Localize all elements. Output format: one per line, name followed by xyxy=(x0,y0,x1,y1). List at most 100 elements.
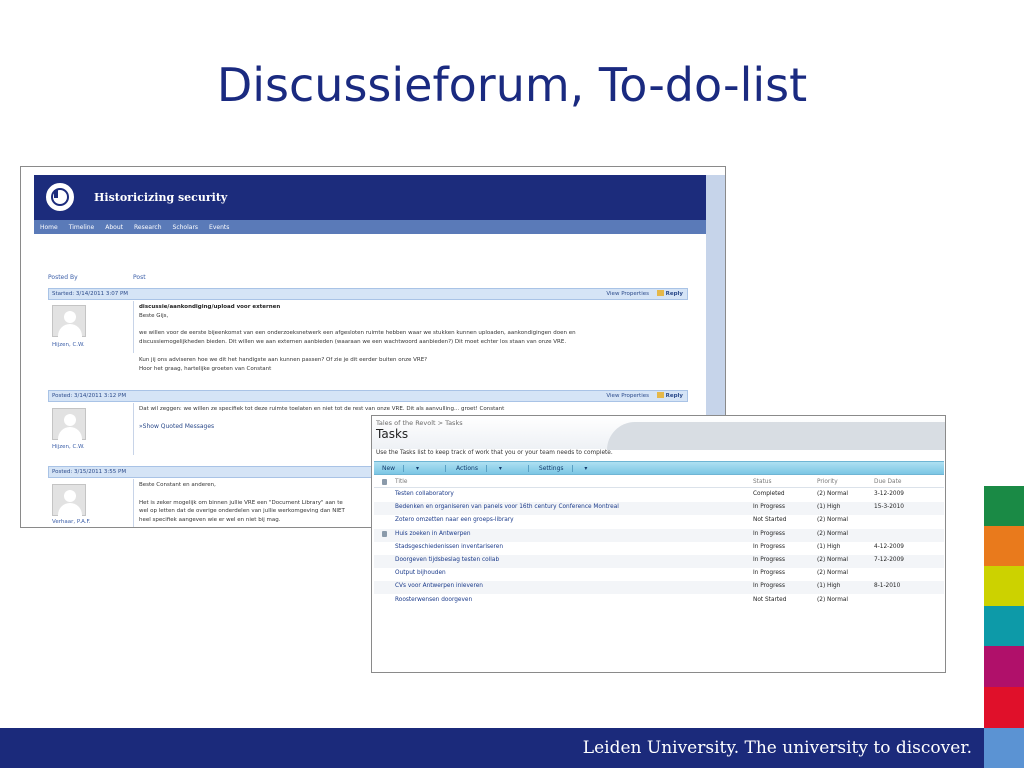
table-row[interactable]: Stadsgeschiedenissen inventariseren In Pr… xyxy=(374,542,944,555)
accent-color-block xyxy=(984,486,1024,526)
accent-color-block xyxy=(984,687,1024,728)
post-line: Dat wil zeggen: we willen ze specifiek t… xyxy=(139,406,505,412)
forum-header: Historicizing security xyxy=(34,175,706,220)
column-due-date[interactable]: Due Date xyxy=(874,479,901,485)
task-due-date: 8-1-2010 xyxy=(874,583,901,590)
divider xyxy=(133,479,134,527)
new-menu[interactable]: New ▾ xyxy=(382,464,447,472)
footer-bar: Leiden University. The university to dis… xyxy=(0,728,984,768)
task-priority: (2) Normal xyxy=(817,491,849,497)
university-seal-icon[interactable] xyxy=(46,183,74,211)
task-title[interactable]: Output bijhouden xyxy=(395,570,446,576)
caret-down-icon: ▾ xyxy=(416,464,420,472)
column-post: Post xyxy=(133,274,146,281)
task-title[interactable]: Zotero omzetten naar een groeps-library xyxy=(395,517,514,523)
tasks-title: Tasks xyxy=(376,427,409,441)
task-title[interactable]: Huis zoeken in Antwerpen xyxy=(395,531,471,537)
tasks-screenshot: Tales of the Revolt > Tasks Tasks Use th… xyxy=(371,415,946,673)
column-status[interactable]: Status xyxy=(753,479,771,485)
reply-label: Reply xyxy=(665,393,683,399)
task-title[interactable]: Stadsgeschiedenissen inventariseren xyxy=(395,544,503,550)
task-title[interactable]: Bedenken en organiseren van panels voor … xyxy=(395,504,619,510)
task-priority: (2) Normal xyxy=(817,557,849,563)
accent-color-block xyxy=(984,606,1024,646)
task-priority: (2) Normal xyxy=(817,570,849,577)
slide-title: Discussieforum, To-do-list xyxy=(216,58,808,112)
post-subject: discussie/aankondiging/upload voor exter… xyxy=(139,304,281,310)
task-status: In Progress xyxy=(753,557,785,563)
post-line: Kun jij ons adviseren hoe we dit het han… xyxy=(139,356,428,363)
attachment-column-icon[interactable] xyxy=(382,479,387,487)
nav-timeline[interactable]: Timeline xyxy=(69,224,95,231)
post-date: Posted: 3/15/2011 3:55 PM xyxy=(52,469,127,475)
post-author[interactable]: Hijzen, C.W. xyxy=(52,444,85,450)
task-priority: (2) Normal xyxy=(817,530,849,537)
nav-home[interactable]: Home xyxy=(40,224,58,231)
settings-label: Settings xyxy=(538,464,573,472)
reply-icon xyxy=(656,392,664,398)
tasks-header: Tales of the Revolt > Tasks Tasks xyxy=(372,416,945,450)
table-row[interactable]: Zotero omzetten naar een groeps-library N… xyxy=(374,515,944,528)
post-date: Started: 3/14/2011 3:07 PM xyxy=(52,291,129,297)
task-status: Completed xyxy=(753,491,785,497)
column-title[interactable]: Title xyxy=(395,479,407,485)
table-row[interactable]: Testen collaboratory Completed (2) Normal 3… xyxy=(374,489,944,502)
task-due-date: 4-12-2009 xyxy=(874,543,905,550)
post-line xyxy=(139,321,659,330)
show-quoted-messages-link[interactable]: »Show Quoted Messages xyxy=(139,423,214,430)
reply-icon xyxy=(656,290,664,296)
nav-events[interactable]: Events xyxy=(209,224,229,231)
reply-button[interactable]: Reply xyxy=(656,289,683,299)
post-header: Posted: 3/14/2011 3:12 PM View Propertie… xyxy=(48,390,688,402)
view-properties-link[interactable]: View Properties xyxy=(606,391,649,401)
view-properties-link[interactable]: View Properties xyxy=(606,289,649,299)
nav-scholars[interactable]: Scholars xyxy=(173,224,199,231)
task-status: In Progress xyxy=(753,504,785,511)
task-priority: (1) High xyxy=(817,543,841,550)
divider xyxy=(133,403,134,455)
forum-site-title[interactable]: Historicizing security xyxy=(94,191,227,204)
table-row[interactable]: Bedenken en organiseren van panels voor … xyxy=(374,502,944,516)
show-quoted-label: Show Quoted Messages xyxy=(142,423,215,430)
post-header: Started: 3/14/2011 3:07 PM View Properti… xyxy=(48,288,688,300)
table-row[interactable]: Roosterwensen doorgeven Not Started (2) No… xyxy=(374,595,944,608)
task-priority: (2) Normal xyxy=(817,517,849,524)
post-body: discussie/aankondiging/upload voor exter… xyxy=(139,303,659,373)
caret-down-icon: ▾ xyxy=(584,464,588,472)
actions-label: Actions xyxy=(456,464,487,472)
nav-research[interactable]: Research xyxy=(134,224,162,231)
tasks-description: Use the Tasks list to keep track of work… xyxy=(376,450,613,456)
tasks-toolbar: New ▾ Actions ▾ Settings ▾ xyxy=(374,461,944,475)
post-author[interactable]: Hijzen, C.W. xyxy=(52,342,85,348)
table-row[interactable]: CVs voor Antwerpen inleveren In Progress (… xyxy=(374,581,944,595)
caret-down-icon: ▾ xyxy=(498,464,502,472)
column-priority[interactable]: Priority xyxy=(817,479,838,485)
task-title[interactable]: CVs voor Antwerpen inleveren xyxy=(395,583,483,589)
column-posted-by: Posted By xyxy=(48,274,78,281)
new-label: New xyxy=(382,464,405,472)
table-row[interactable]: Output bijhouden In Progress (2) Normal xyxy=(374,568,944,581)
reply-label: Reply xyxy=(665,291,683,297)
reply-button[interactable]: Reply xyxy=(656,391,683,401)
table-row[interactable]: Huis zoeken in Antwerpen In Progress (2) N… xyxy=(374,528,944,542)
task-status: In Progress xyxy=(753,530,785,537)
task-title[interactable]: Doorgeven tijdsbeslag testen collab xyxy=(395,557,499,563)
breadcrumb[interactable]: Tales of the Revolt > Tasks xyxy=(376,419,463,427)
task-title[interactable]: Testen collaboratory xyxy=(395,491,454,497)
footer-text: Leiden University. The university to dis… xyxy=(582,738,972,758)
divider xyxy=(133,301,134,353)
settings-menu[interactable]: Settings ▾ xyxy=(538,464,614,472)
actions-menu[interactable]: Actions ▾ xyxy=(456,464,529,472)
task-title[interactable]: Roosterwensen doorgeven xyxy=(395,597,472,603)
task-status: Not Started xyxy=(753,517,787,524)
post-line: we willen voor de eerste bijeenkomst van… xyxy=(139,330,576,337)
nav-about[interactable]: About xyxy=(105,224,123,231)
post-author[interactable]: Verhaar, P.A.F. xyxy=(52,519,91,525)
task-status: Not Started xyxy=(753,596,787,603)
task-status: In Progress xyxy=(753,543,785,550)
avatar xyxy=(52,305,86,337)
task-priority: (2) Normal xyxy=(817,596,849,603)
accent-color-block xyxy=(984,728,1024,768)
table-row[interactable]: Doorgeven tijdsbeslag testen collab In Pr… xyxy=(374,555,944,568)
accent-color-block xyxy=(984,526,1024,566)
